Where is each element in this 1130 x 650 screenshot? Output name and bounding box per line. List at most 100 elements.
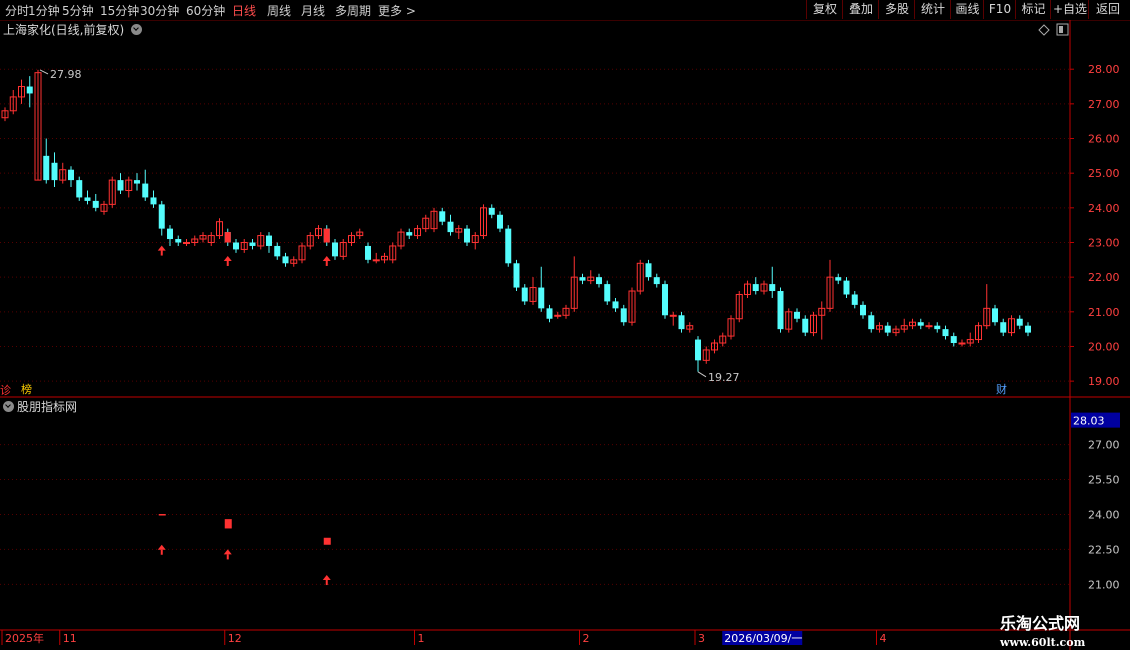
indicator-tick-label: 22.50 [1088,543,1120,556]
candle-body [1000,322,1007,333]
candle [950,332,957,347]
main-tick-label: 20.00 [1088,340,1120,353]
candle-body [604,284,611,302]
candle-body [851,294,858,305]
candle [662,280,668,319]
candle [191,235,199,246]
candle [810,311,817,337]
x-axis-label: 2025年 [5,631,44,645]
candle [554,311,562,319]
candle [868,311,875,333]
diagnose-marker[interactable]: 诊 [0,382,11,398]
candle [406,228,413,240]
diamond-icon[interactable] [1038,24,1050,36]
chevron-down-icon[interactable] [3,401,14,412]
candle [917,318,924,330]
candle [480,204,487,240]
candle-body [513,263,520,288]
x-axis-label: 1 [418,632,425,645]
watermark-title: 乐淘公式网 [1000,614,1081,633]
candle [958,339,966,347]
candle [207,232,215,246]
main-tick-label: 22.00 [1088,271,1120,284]
candle [570,256,578,312]
candle [678,311,685,333]
main-tick-label: 26.00 [1088,133,1120,146]
main-tick-label: 27.00 [1088,98,1120,111]
candle [216,218,223,240]
candle-body [769,284,776,292]
buy-arrow-icon [157,245,166,251]
candle-body [372,259,380,262]
candle [719,332,727,347]
indicator-arrow-icon [223,549,232,555]
candle [669,311,677,326]
candle [1,107,9,122]
grid-layer [0,68,1070,585]
watermark: 乐淘公式网 www.60lt.com [1000,610,1085,649]
candle-body [777,291,784,330]
candle [497,211,503,233]
candle [26,76,33,108]
candle-body [843,280,850,295]
candle [596,273,602,288]
candle [529,277,537,305]
candle-body [68,169,74,181]
main-tick-label: 28.00 [1088,63,1120,76]
candle-body [538,287,545,309]
candle [876,322,883,333]
candle-body [1016,318,1023,326]
indicator-tick-label: 21.00 [1088,578,1120,591]
candle [381,252,388,264]
x-axis-label: 3 [698,632,705,645]
indicator-arrow-icon-stem [325,580,328,586]
candle-body [925,325,933,328]
candle-layer [1,69,1031,372]
candle [909,318,916,330]
candle-body [84,197,91,201]
x-axis-highlight-label: 2026/03/09/一 [724,632,802,645]
bang-marker[interactable]: 榜 [21,381,32,397]
candle-body [802,318,809,333]
candle [100,200,108,215]
candle [1016,315,1023,330]
candle-body [158,204,165,229]
candle [1008,315,1015,337]
candle [826,259,834,312]
buy-arrow-icon-stem [226,260,229,266]
candle [818,301,826,340]
candle-body [521,287,528,302]
candle [760,280,768,295]
candle [744,280,751,298]
indicator-block [224,519,232,529]
candle [365,242,371,264]
candle-body [332,242,338,257]
main-tick-label: 24.00 [1088,202,1120,215]
candle [695,336,701,372]
candle-body [175,239,182,243]
x-axis-label: 4 [880,632,887,645]
candle [521,284,528,305]
candle [439,207,446,226]
candle [175,235,182,246]
candle [735,291,743,323]
label-layer: 27.98 19.27 [39,68,740,384]
candle [802,315,809,337]
candle-body [167,228,173,240]
candle [257,232,265,250]
candle [108,176,116,208]
candle [636,259,644,295]
candle [546,304,553,323]
candle [860,301,866,319]
indicator-block [323,537,331,545]
candle [966,332,974,347]
candle [702,346,710,364]
candle-body [868,315,875,330]
candle-body [884,325,891,333]
candle-body [134,180,140,184]
indicator-arrow-icon-stem [160,549,163,555]
candle-body [612,301,619,309]
indicator-arrow-icon [157,544,166,550]
finance-marker[interactable]: 财 [996,381,1007,397]
candle [422,214,430,233]
